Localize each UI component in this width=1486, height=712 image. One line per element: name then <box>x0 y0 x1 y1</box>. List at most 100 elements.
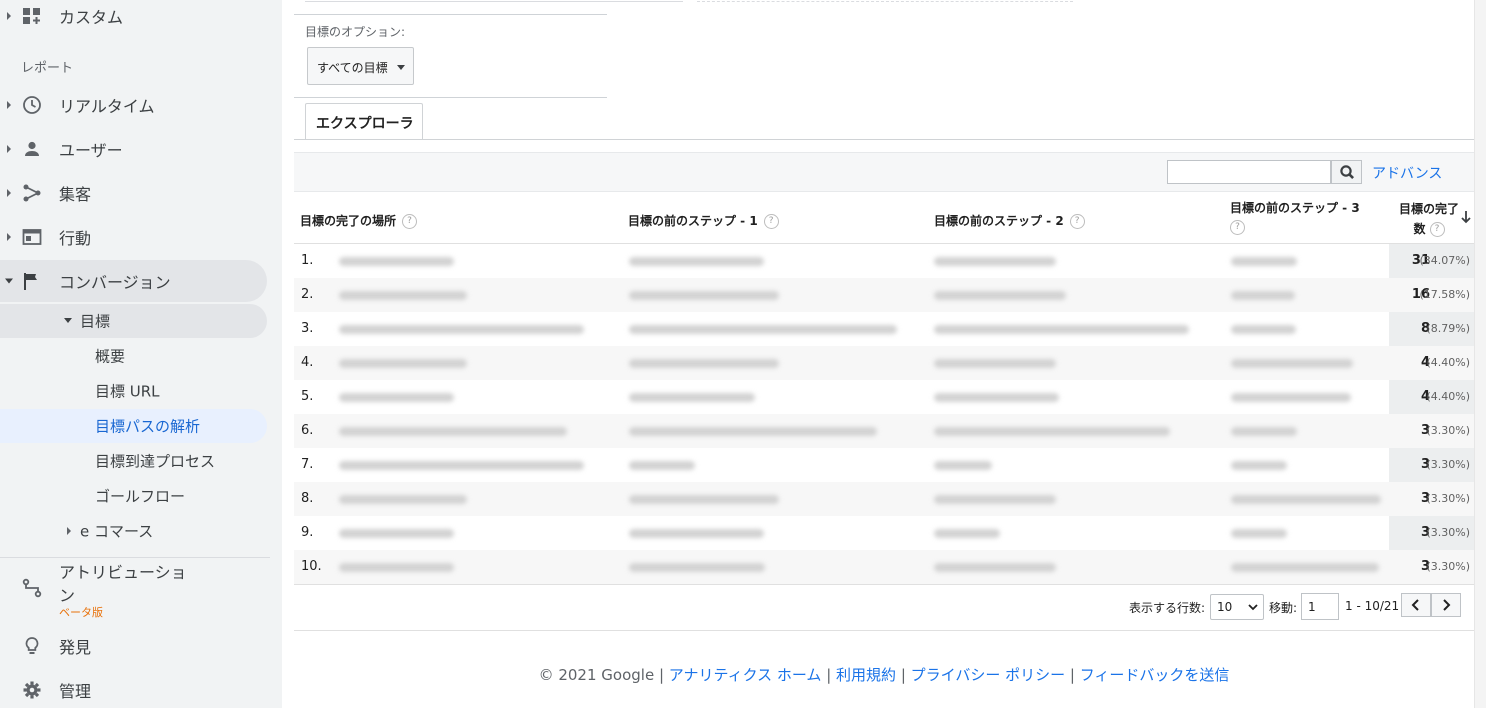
help-icon[interactable]: ? <box>402 214 418 229</box>
help-icon[interactable]: ? <box>1230 220 1245 235</box>
collapse-caret-icon <box>64 318 72 323</box>
table-row[interactable]: 10. 3 (3.30%) <box>294 550 1474 584</box>
help-icon[interactable]: ? <box>1429 222 1445 237</box>
sidebar-item-goals-overview[interactable]: 概要 <box>0 339 267 373</box>
sidebar-item-admin[interactable]: 管理 <box>0 668 282 712</box>
redacted-cell <box>1231 325 1296 334</box>
redacted-cell <box>1231 257 1297 266</box>
table-row[interactable]: 3. 8 (8.79%) <box>294 312 1474 346</box>
person-icon <box>25 141 39 156</box>
footer-link-privacy[interactable]: プライバシー ポリシー <box>911 666 1065 684</box>
table-row[interactable]: 6. 3 (3.30%) <box>294 414 1474 448</box>
sidebar-item-conversions[interactable]: コンバージョン <box>0 259 282 303</box>
help-icon[interactable]: ? <box>763 214 779 229</box>
footer-link-feedback[interactable]: フィードバックを送信 <box>1080 666 1230 684</box>
sidebar-item-ecommerce[interactable]: e コマース <box>0 514 267 548</box>
sidebar-item-users[interactable]: ユーザー <box>0 127 282 171</box>
expand-caret-icon <box>7 189 11 197</box>
redacted-cell <box>339 529 454 538</box>
divider <box>294 14 607 15</box>
sidebar-item-realtime[interactable]: リアルタイム <box>0 83 282 127</box>
column-header-goal-completions[interactable]: 目標の完了数? <box>1396 199 1462 239</box>
redacted-cell <box>629 359 779 368</box>
chevron-down-icon <box>1248 604 1258 611</box>
footer-link-analytics-home[interactable]: アナリティクス ホーム <box>669 666 822 684</box>
goal-completions-cell: 16 (17.58%) <box>1389 278 1474 312</box>
next-page-button[interactable] <box>1431 593 1461 617</box>
table-row[interactable]: 1. 31 (34.07%) <box>294 244 1474 278</box>
goto-page-input[interactable]: 1 <box>1301 593 1339 620</box>
sidebar-item-label: 行動 <box>59 229 92 248</box>
sidebar-item-behavior[interactable]: 行動 <box>0 215 282 259</box>
advanced-filter-link[interactable]: アドバンス <box>1372 163 1442 183</box>
redacted-cell <box>1231 529 1287 538</box>
date-range-bar <box>305 0 683 2</box>
completions-percent: (3.30%) <box>1426 492 1470 505</box>
sidebar-item-acquisition[interactable]: 集客 <box>0 171 282 215</box>
redacted-cell <box>1231 495 1381 504</box>
help-icon[interactable]: ? <box>1069 214 1085 229</box>
column-header-previous-step-2[interactable]: 目標の前のステップ - 2? <box>934 212 1085 229</box>
sidebar-item-funnel[interactable]: 目標到達プロセス <box>0 444 267 478</box>
redacted-cell <box>934 325 1189 334</box>
table-row[interactable]: 8. 3 (3.30%) <box>294 482 1474 516</box>
scrollbar[interactable] <box>1474 0 1486 708</box>
search-button[interactable] <box>1331 160 1362 184</box>
expand-caret-icon <box>7 101 11 109</box>
divider <box>294 97 607 98</box>
table-toolbar: アドバンス <box>294 152 1474 192</box>
sidebar-item-label: ユーザー <box>59 141 123 160</box>
table-search-input[interactable] <box>1167 160 1331 184</box>
redacted-cell <box>629 529 764 538</box>
redacted-cell <box>339 291 467 300</box>
table-row[interactable]: 9. 3 (3.30%) <box>294 516 1474 550</box>
sort-descending-icon[interactable] <box>1460 209 1472 225</box>
sidebar-item-attribution[interactable]: アトリビューション <box>0 560 282 616</box>
sidebar-item-label: ゴールフロー <box>95 487 186 506</box>
redacted-cell <box>629 325 897 334</box>
tab-explorer[interactable]: エクスプローラ <box>305 103 423 140</box>
sidebar-item-custom[interactable]: カスタム <box>0 0 282 38</box>
completions-percent: (34.07%) <box>1419 254 1470 267</box>
sidebar-item-goals[interactable]: 目標 <box>0 304 267 338</box>
sidebar-item-label: 目標 <box>80 312 111 331</box>
sidebar-item-discover[interactable]: 発見 <box>0 624 282 668</box>
redacted-cell <box>934 563 1056 572</box>
redacted-cell <box>1231 427 1297 436</box>
lightbulb-icon <box>25 637 39 654</box>
sidebar-item-label: 目標到達プロセス <box>95 452 216 471</box>
table-row[interactable]: 2. 16 (17.58%) <box>294 278 1474 312</box>
sidebar-item-label: コンバージョン <box>59 273 171 292</box>
page-footer: © 2021 Google | アナリティクス ホーム | 利用規約 | プライ… <box>538 666 1230 684</box>
sidebar-item-goal-urls[interactable]: 目標 URL <box>0 374 267 408</box>
column-header-previous-step-1[interactable]: 目標の前のステップ - 1? <box>628 212 779 229</box>
goal-completions-cell: 4 (4.40%) <box>1389 380 1474 414</box>
goal-completions-cell: 8 (8.79%) <box>1389 312 1474 346</box>
sidebar-item-label: 管理 <box>59 682 92 701</box>
goal-select-value: すべての目標 <box>317 61 388 75</box>
reports-section-label: レポート <box>21 61 74 76</box>
table-row[interactable]: 5. 4 (4.40%) <box>294 380 1474 414</box>
redacted-cell <box>1231 359 1353 368</box>
table-row[interactable]: 7. 3 (3.30%) <box>294 448 1474 482</box>
column-header-previous-step-3[interactable]: 目標の前のステップ - 3 ? <box>1230 199 1360 235</box>
prev-page-button[interactable] <box>1401 593 1431 617</box>
rows-per-page-select[interactable]: 10 <box>1210 594 1264 620</box>
column-header-label: 目標の完了の場所 <box>300 214 397 228</box>
sidebar-item-goal-flow[interactable]: ゴールフロー <box>0 479 267 513</box>
row-index: 6. <box>301 423 314 438</box>
completions-percent: (4.40%) <box>1426 390 1470 403</box>
table-row[interactable]: 4. 4 (4.40%) <box>294 346 1474 380</box>
redacted-cell <box>934 495 1056 504</box>
goto-label: 移動: <box>1269 601 1298 615</box>
column-header-goal-completion-location[interactable]: 目標の完了の場所? <box>300 212 418 229</box>
row-index: 5. <box>301 389 314 404</box>
sidebar-item-reverse-goal-path[interactable]: 目標パスの解析 <box>0 409 267 443</box>
rows-per-page-label: 表示する行数: <box>1129 601 1206 615</box>
goal-select[interactable]: すべての目標 <box>307 47 414 85</box>
sidebar-item-label: カスタム <box>59 8 124 27</box>
completions-percent: (3.30%) <box>1426 526 1470 539</box>
goal-completions-cell: 4 (4.40%) <box>1389 346 1474 380</box>
sidebar-divider <box>0 557 270 558</box>
footer-link-terms[interactable]: 利用規約 <box>836 666 896 684</box>
